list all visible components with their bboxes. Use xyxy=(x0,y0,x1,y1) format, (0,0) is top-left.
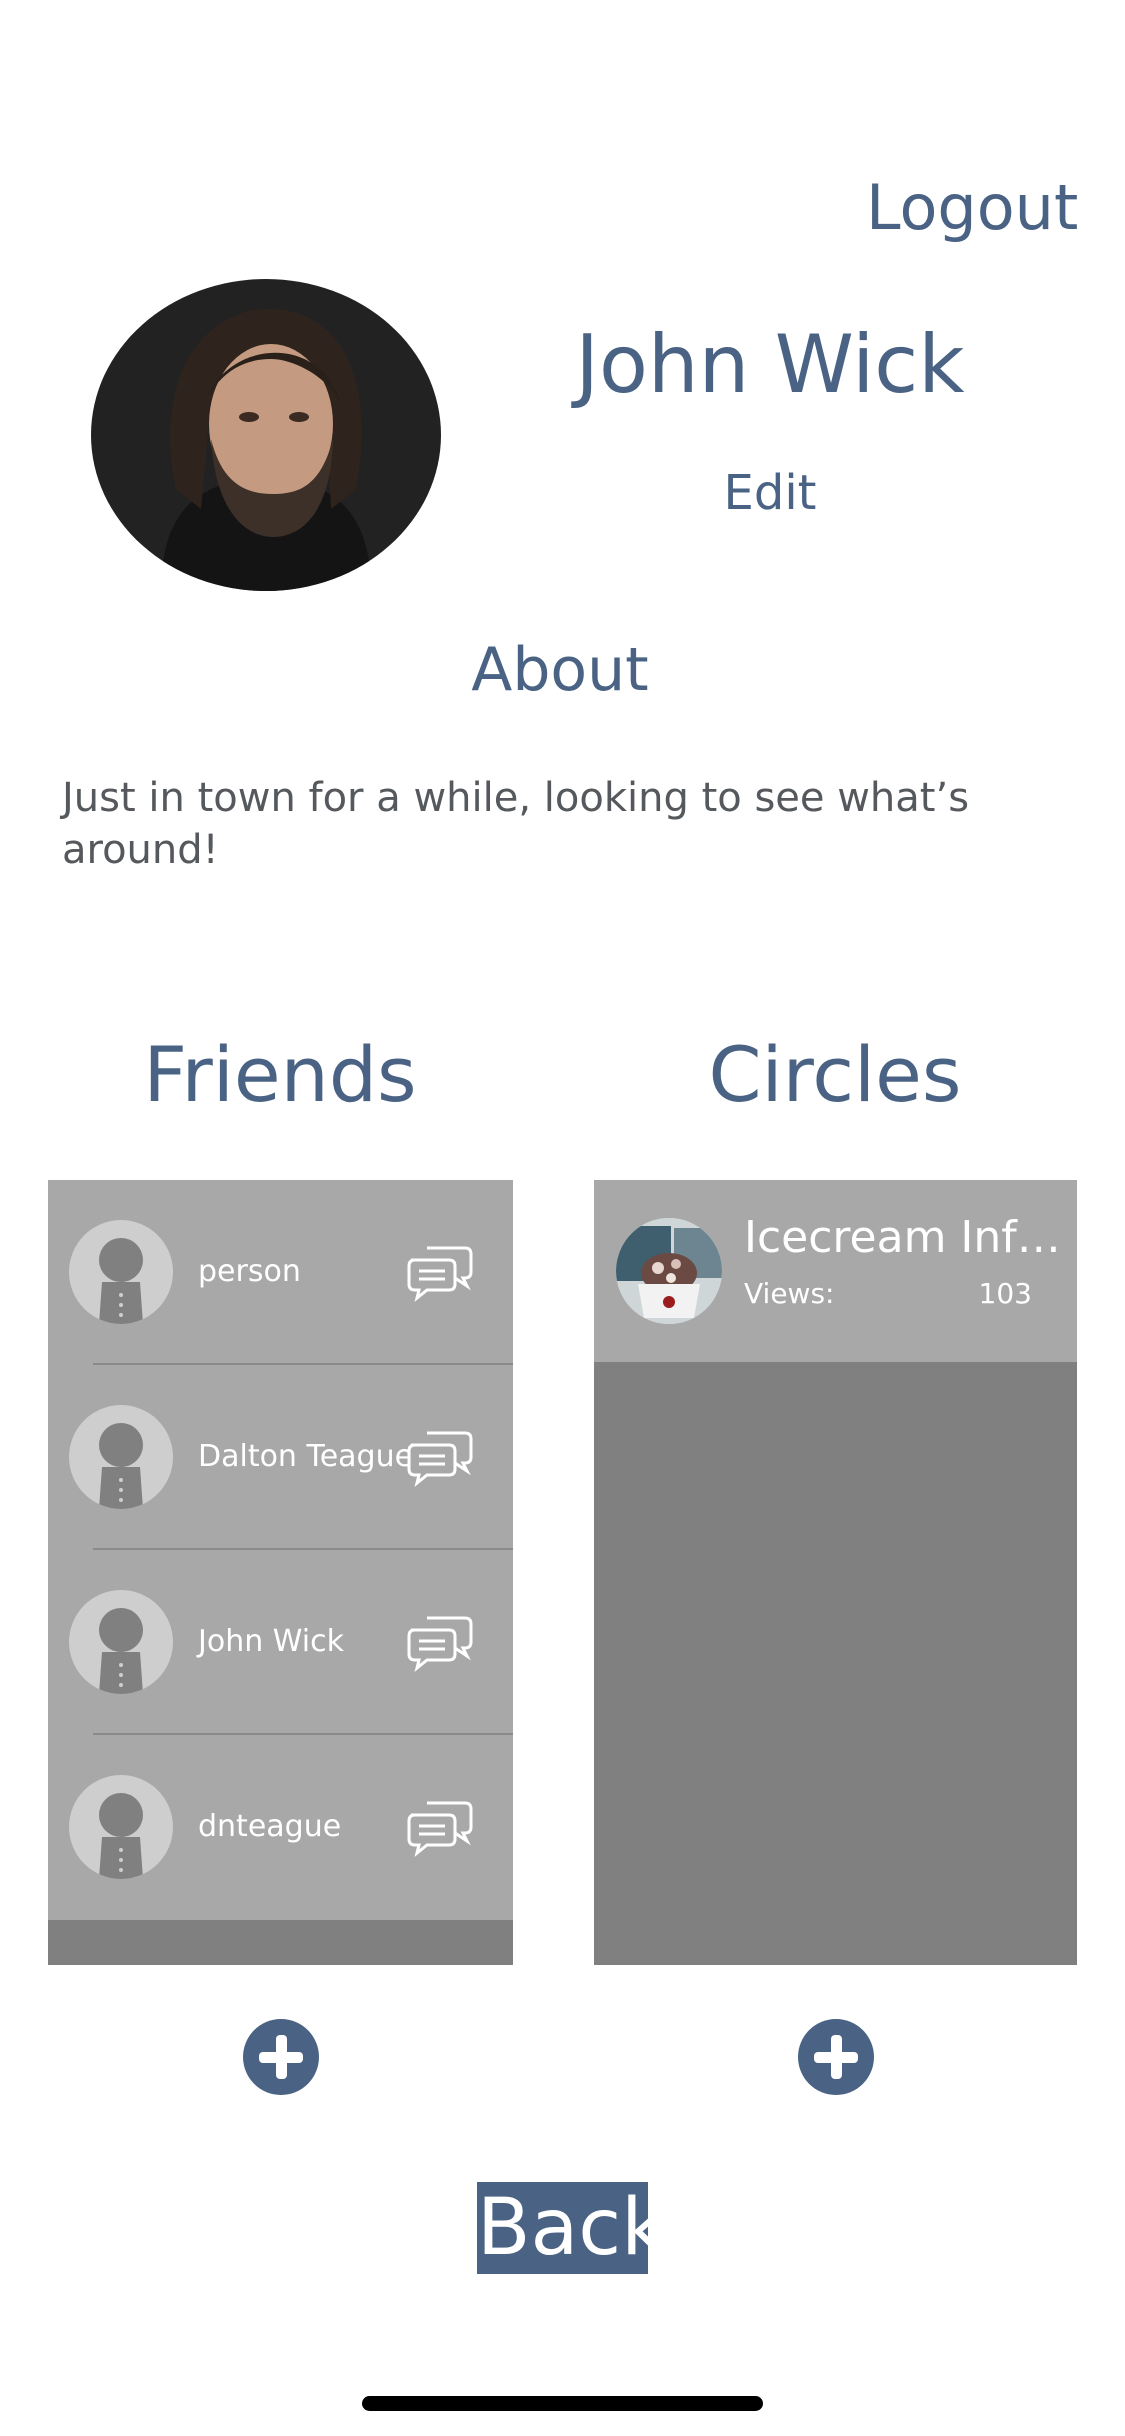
avatar-placeholder-icon xyxy=(69,1405,173,1509)
circles-heading: Circles xyxy=(708,1030,962,1119)
friend-row[interactable]: Dalton Teague xyxy=(48,1365,513,1550)
about-heading: About xyxy=(471,635,649,705)
profile-avatar xyxy=(91,279,441,591)
about-bio: Just in town for a while, looking to see… xyxy=(62,775,970,873)
friends-heading: Friends xyxy=(143,1030,417,1119)
chat-bubbles-icon[interactable] xyxy=(405,1795,475,1859)
back-button[interactable]: Back xyxy=(477,2182,666,2274)
add-friend-button[interactable] xyxy=(243,2019,319,2095)
edit-profile-button[interactable]: Edit xyxy=(700,458,840,528)
chat-bubbles-icon[interactable] xyxy=(405,1425,475,1489)
chat-bubbles-icon[interactable] xyxy=(405,1240,475,1304)
friend-row[interactable]: John Wick xyxy=(48,1550,513,1735)
circle-views-count: 103 xyxy=(978,1277,1032,1310)
friend-name: John Wick xyxy=(198,1624,344,1659)
logout-button[interactable]: Logout xyxy=(866,168,1078,248)
add-circle-button[interactable] xyxy=(798,2019,874,2095)
avatar-placeholder-icon xyxy=(69,1220,173,1324)
circles-list[interactable]: Icecream Info... Views: 103 xyxy=(594,1180,1077,1965)
circle-thumbnail xyxy=(616,1218,722,1324)
circle-name: Icecream Info... xyxy=(744,1212,1064,1263)
avatar-placeholder-icon xyxy=(69,1590,173,1694)
home-indicator[interactable] xyxy=(362,2396,763,2411)
chat-bubbles-icon[interactable] xyxy=(405,1610,475,1674)
circle-row[interactable]: Icecream Info... Views: 103 xyxy=(594,1180,1077,1362)
friend-name: dnteague xyxy=(198,1809,342,1844)
friends-list[interactable]: person Dalton Teague John Wick dnteague xyxy=(48,1180,513,1965)
friend-name: Dalton Teague xyxy=(198,1439,414,1474)
friend-name: person xyxy=(198,1254,301,1289)
friend-row[interactable]: person xyxy=(48,1180,513,1365)
circle-views-label: Views: xyxy=(744,1277,835,1310)
friend-row[interactable]: dnteague xyxy=(48,1735,513,1920)
avatar-placeholder-icon xyxy=(69,1775,173,1879)
profile-name: John Wick xyxy=(575,318,965,411)
